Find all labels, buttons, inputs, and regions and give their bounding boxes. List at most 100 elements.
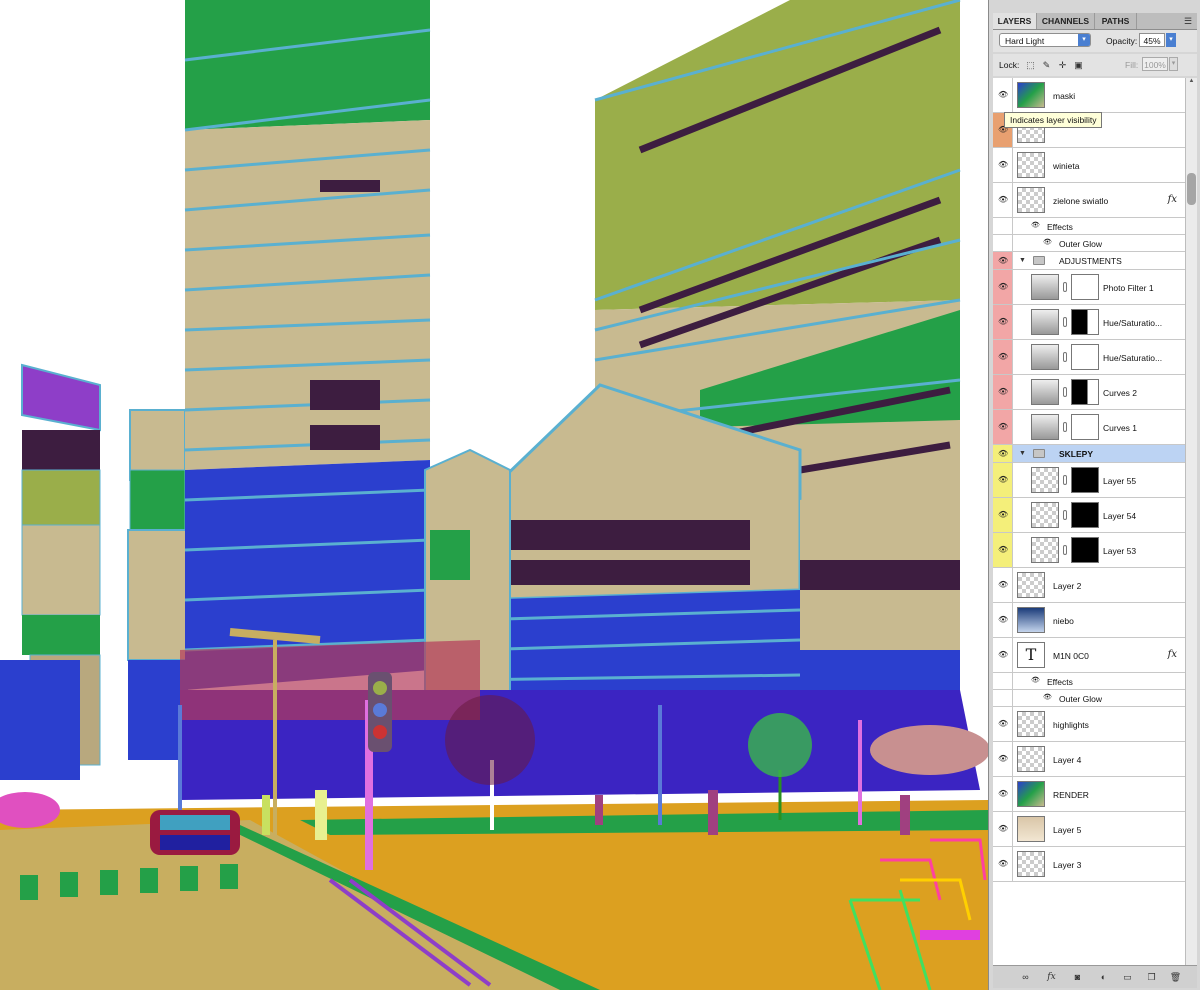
scroll-thumb[interactable] [1187,173,1196,205]
visibility-toggle[interactable]: 👁 [993,252,1013,269]
layer-row[interactable]: 👁 winieta [993,148,1185,183]
layer-row[interactable]: 👁 highlights [993,707,1185,742]
visibility-toggle[interactable]: 👁 [993,533,1013,567]
layer-group-row[interactable]: 👁 ▼ SKLEPY [993,445,1185,463]
mask-link-icon[interactable] [1063,317,1067,327]
layer-row[interactable]: 👁 maski [993,78,1185,113]
effects-eye-icon[interactable]: 👁 [1031,676,1040,684]
mask-link-icon[interactable] [1063,510,1067,520]
layer-row[interactable]: 👁 Hue/Saturatio... [993,305,1185,340]
visibility-toggle[interactable]: 👁 [993,340,1013,374]
layer-row[interactable]: 👁 Layer 5 [993,812,1185,847]
layer-row[interactable]: 👁 zielone swiatlo fx [993,183,1185,218]
fill-dropdown-icon[interactable]: ▾ [1169,57,1178,71]
lock-position-icon[interactable]: ✛ [1057,60,1068,71]
mask-thumbnail[interactable] [1071,414,1099,440]
visibility-toggle[interactable]: 👁 [993,183,1013,217]
mask-thumbnail[interactable] [1071,502,1099,528]
layer-effect-row[interactable]: 👁 Effects [993,218,1185,235]
effect-eye-icon[interactable]: 👁 [1043,693,1052,701]
layer-row[interactable]: 👁 Hue/Saturatio... [993,340,1185,375]
mask-thumbnail[interactable] [1071,344,1099,370]
layer-row[interactable]: 👁 Layer 4 [993,742,1185,777]
visibility-toggle[interactable]: 👁 [993,445,1013,462]
layer-fx-icon[interactable]: fx [1168,194,1177,205]
layer-row[interactable]: 👁 niebo [993,603,1185,638]
visibility-toggle[interactable]: 👁 [993,410,1013,444]
visibility-toggle[interactable]: 👁 [993,498,1013,532]
visibility-toggle[interactable]: 👁 [993,638,1013,672]
layer-row[interactable]: 👁 Curves 1 [993,410,1185,445]
layer-row[interactable]: 👁 Curves 2 [993,375,1185,410]
panel-menu-icon[interactable]: ☰ [1181,15,1195,27]
mask-link-icon[interactable] [1063,545,1067,555]
tab-channels[interactable]: CHANNELS [1037,13,1095,29]
mask-thumbnail[interactable] [1071,274,1099,300]
mask-thumbnail[interactable] [1071,467,1099,493]
visibility-toggle[interactable]: 👁 [993,148,1013,182]
lock-transparent-icon[interactable]: ⬚ [1025,60,1036,71]
visibility-toggle[interactable]: 👁 [993,568,1013,602]
layer-row[interactable]: 👁 Layer 53 [993,533,1185,568]
layer-row[interactable]: 👁 Layer 3 [993,847,1185,882]
visibility-toggle[interactable]: 👁 [993,742,1013,776]
visibility-toggle[interactable]: 👁 [993,847,1013,881]
layer-name: Hue/Saturatio... [1103,352,1163,363]
mask-link-icon[interactable] [1063,352,1067,362]
visibility-toggle[interactable]: 👁 [993,812,1013,846]
fill-input[interactable]: 100% [1142,57,1168,71]
group-expand-icon[interactable]: ▼ [1019,257,1026,264]
layer-fx-icon[interactable]: fx [1168,649,1177,660]
mask-thumbnail[interactable] [1071,309,1099,335]
mask-link-icon[interactable] [1063,282,1067,292]
mask-link-icon[interactable] [1063,422,1067,432]
layer-row[interactable]: 👁 Layer 55 [993,463,1185,498]
lock-image-icon[interactable]: ✎ [1041,60,1052,71]
mask-thumbnail[interactable] [1071,537,1099,563]
visibility-toggle[interactable] [993,673,1013,689]
layer-row[interactable]: 👁 Layer 54 [993,498,1185,533]
visibility-toggle[interactable]: 👁 [993,78,1013,112]
layer-effect-row[interactable]: 👁 Outer Glow [993,690,1185,707]
layer-row[interactable]: 👁 Photo Filter 1 [993,270,1185,305]
tab-paths[interactable]: PATHS [1095,13,1137,29]
visibility-toggle[interactable]: 👁 [993,270,1013,304]
document-canvas[interactable] [0,0,988,990]
opacity-dropdown-icon[interactable]: ▾ [1166,33,1176,47]
blend-mode-select[interactable]: Hard Light ▾ [999,33,1091,47]
lock-all-icon[interactable]: ▣ [1073,60,1084,71]
visibility-toggle[interactable]: 👁 [993,305,1013,339]
visibility-toggle[interactable]: 👁 [993,777,1013,811]
visibility-toggle[interactable]: 👁 [993,463,1013,497]
mask-thumbnail[interactable] [1071,379,1099,405]
mask-link-icon[interactable] [1063,475,1067,485]
new-adjustment-icon[interactable]: ◐ [1097,971,1110,983]
visibility-toggle[interactable] [993,218,1013,234]
layer-effect-row[interactable]: 👁 Outer Glow [993,235,1185,252]
link-layers-icon[interactable]: ∞ [1019,971,1032,983]
visibility-toggle[interactable]: 👁 [993,707,1013,741]
layer-row[interactable]: 👁 Layer 2 [993,568,1185,603]
layer-effect-row[interactable]: 👁 Effects [993,673,1185,690]
add-mask-icon[interactable]: ◙ [1071,971,1084,983]
layer-row[interactable]: 👁 T M1N 0C0 fx [993,638,1185,673]
effects-eye-icon[interactable]: 👁 [1031,221,1040,229]
mask-link-icon[interactable] [1063,387,1067,397]
delete-layer-icon[interactable]: 🗑 [1169,971,1182,983]
scroll-up-icon[interactable]: ▲ [1187,78,1196,88]
layer-list-scrollbar[interactable]: ▲ [1185,78,1197,965]
visibility-toggle[interactable] [993,690,1013,706]
opacity-input[interactable]: 45% [1139,33,1165,47]
tab-layers[interactable]: LAYERS [993,13,1037,29]
layer-row[interactable]: 👁 RENDER [993,777,1185,812]
group-expand-icon[interactable]: ▼ [1019,450,1026,457]
visibility-toggle[interactable] [993,235,1013,251]
new-group-icon[interactable]: ▭ [1121,971,1134,983]
layer-group-row[interactable]: 👁 ▼ ADJUSTMENTS [993,252,1185,270]
layer-list[interactable]: 👁 maski 👁 👁 winieta 👁 zielone swiatlo fx 👁 Effect… [993,78,1185,965]
visibility-toggle[interactable]: 👁 [993,603,1013,637]
effect-eye-icon[interactable]: 👁 [1043,238,1052,246]
add-style-icon[interactable]: fx [1045,971,1058,983]
visibility-toggle[interactable]: 👁 [993,375,1013,409]
new-layer-icon[interactable]: ❐ [1145,971,1158,983]
